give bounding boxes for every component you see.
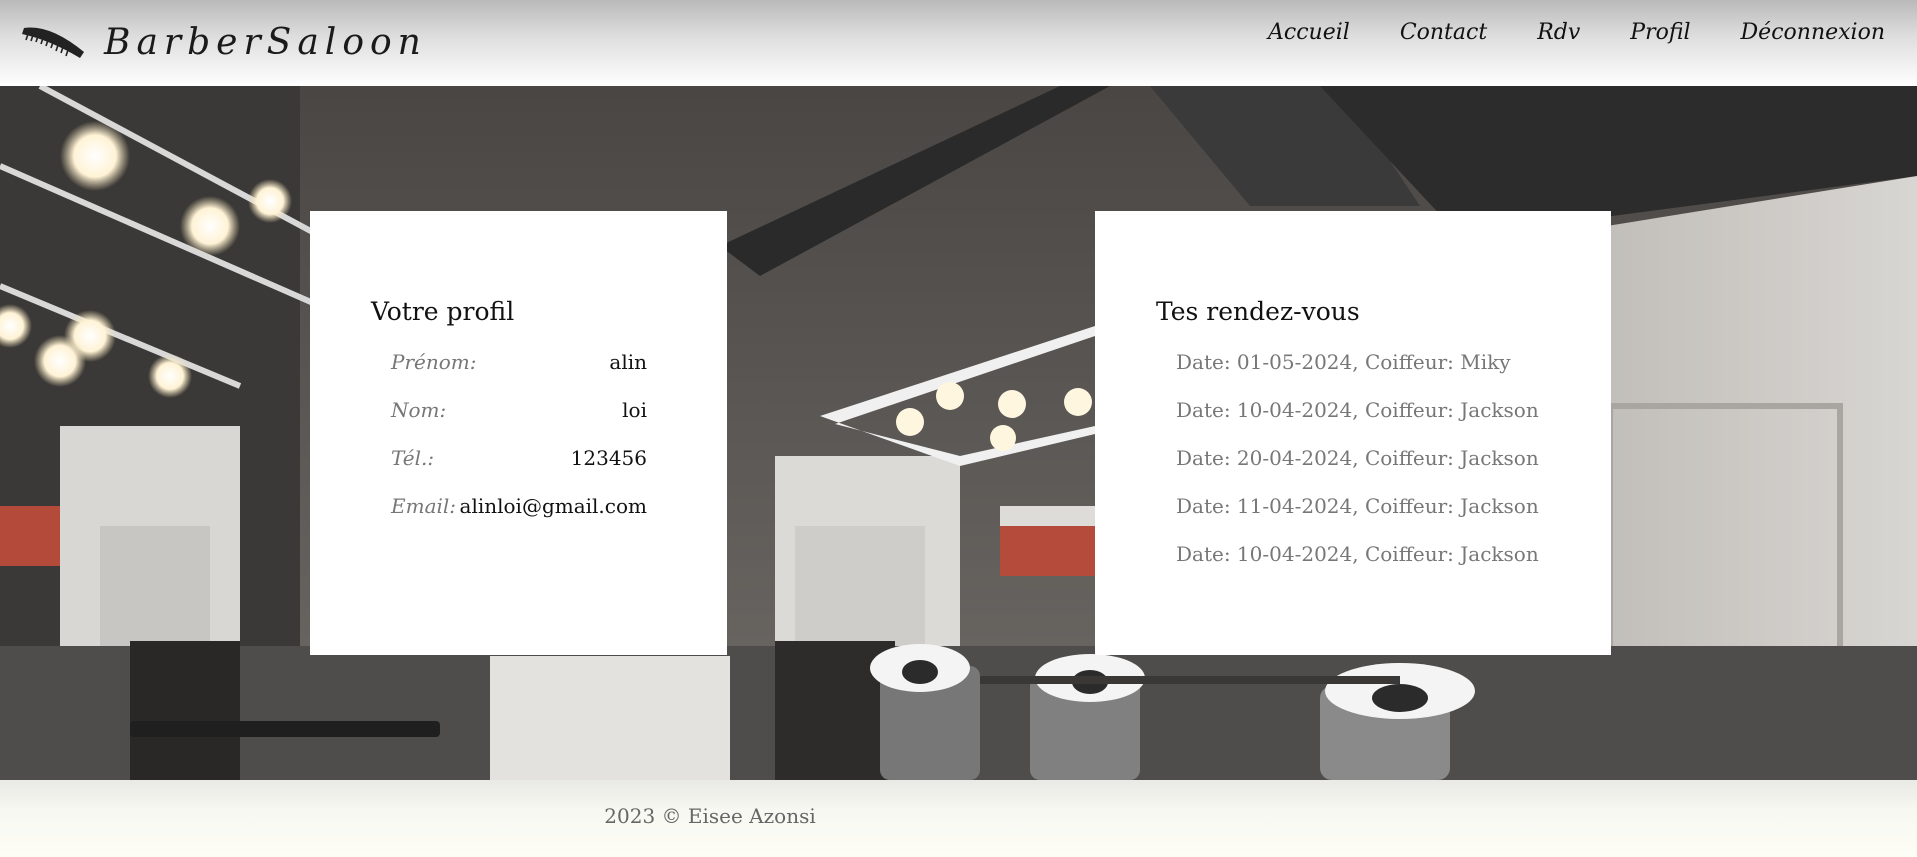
hero-background: [0, 86, 1917, 780]
nav-profil[interactable]: Profil: [1630, 20, 1690, 45]
nav-accueil[interactable]: Accueil: [1268, 20, 1350, 45]
email-value: alinloi@gmail.com: [459, 494, 647, 518]
appointments-title: Tes rendez-vous: [1156, 297, 1360, 326]
footer-copyright: 2023 © Eisee Azonsi: [604, 804, 816, 828]
appointment-item: Date: 20-04-2024, Coiffeur: Jackson: [1176, 446, 1539, 470]
nav-deconnexion[interactable]: Déconnexion: [1741, 20, 1885, 45]
appointments-card: Tes rendez-vous Date: 01-05-2024, Coiffe…: [1095, 211, 1611, 655]
profile-row-lastname: Nom: loi: [391, 386, 647, 434]
profile-row-firstname: Prénom: alin: [391, 338, 647, 386]
brand-logo[interactable]: BarberSaloon: [20, 14, 427, 70]
comb-icon: [20, 18, 88, 66]
firstname-label: Prénom:: [391, 350, 477, 374]
header: BarberSaloon Accueil Contact Rdv Profil …: [0, 0, 1917, 86]
appointment-item: Date: 11-04-2024, Coiffeur: Jackson: [1176, 494, 1539, 518]
salon-photo: [0, 86, 1917, 780]
phone-label: Tél.:: [391, 446, 435, 470]
appointment-item: Date: 01-05-2024, Coiffeur: Miky: [1176, 350, 1511, 374]
profile-row-phone: Tél.: 123456: [391, 434, 647, 482]
appointment-item: Date: 10-04-2024, Coiffeur: Jackson: [1176, 542, 1539, 566]
lastname-value: loi: [622, 398, 647, 422]
email-label: Email:: [391, 494, 457, 518]
profile-row-email: Email: alinloi@gmail.com: [391, 482, 647, 530]
lastname-label: Nom:: [391, 398, 447, 422]
profile-title: Votre profil: [371, 297, 515, 326]
nav-contact[interactable]: Contact: [1400, 20, 1487, 45]
brand-name: BarberSaloon: [104, 21, 427, 63]
nav-rdv[interactable]: Rdv: [1537, 20, 1580, 45]
main-nav: Accueil Contact Rdv Profil Déconnexion: [1218, 20, 1885, 45]
footer: 2023 © Eisee Azonsi: [0, 780, 1917, 857]
firstname-value: alin: [609, 350, 647, 374]
phone-value: 123456: [570, 446, 647, 470]
profile-card: Votre profil Prénom: alin Nom: loi Tél.:…: [310, 211, 727, 655]
appointment-item: Date: 10-04-2024, Coiffeur: Jackson: [1176, 398, 1539, 422]
